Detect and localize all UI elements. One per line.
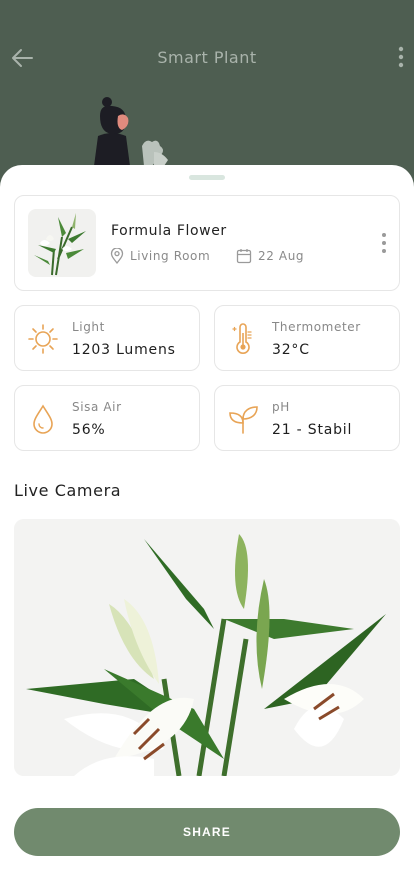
stat-value: 56%	[72, 422, 106, 438]
plant-info-card[interactable]: Formula Flower Living Room 22 Aug	[14, 195, 400, 291]
lily-photo	[14, 519, 400, 776]
live-camera-title: Live Camera	[14, 481, 122, 500]
stat-label: pH	[272, 400, 290, 414]
stat-card-light[interactable]: Light 1203 Lumens	[14, 305, 200, 371]
drag-handle[interactable]	[189, 175, 225, 180]
sun-icon	[28, 324, 58, 354]
plant-name: Formula Flower	[111, 223, 227, 239]
stat-card-thermometer[interactable]: Thermometer 32°C	[214, 305, 400, 371]
bottom-sheet: Formula Flower Living Room 22 Aug Light …	[0, 165, 414, 896]
live-camera-feed[interactable]	[14, 519, 400, 776]
stat-label: Light	[72, 320, 105, 334]
stat-value: 32°C	[272, 342, 310, 358]
thermometer-icon	[232, 323, 252, 354]
gardener-illustration	[94, 97, 168, 166]
plant-thumbnail	[28, 209, 96, 277]
stat-card-water[interactable]: Sisa Air 56%	[14, 385, 200, 451]
stat-card-ph[interactable]: pH 21 - Stabil	[214, 385, 400, 451]
plant-location: Living Room	[110, 248, 210, 264]
sprout-icon	[229, 406, 258, 434]
map-pin-icon	[110, 248, 124, 264]
page-title: Smart Plant	[157, 48, 257, 67]
stat-value: 21 - Stabil	[272, 422, 353, 438]
location-label: Living Room	[130, 249, 211, 263]
share-button[interactable]: SHARE	[14, 808, 400, 856]
date-label: 22 Aug	[258, 249, 305, 263]
plant-date: 22 Aug	[236, 248, 304, 264]
stat-label: Thermometer	[272, 320, 361, 334]
water-drop-icon	[33, 404, 53, 434]
more-vertical-icon[interactable]	[398, 46, 404, 68]
more-vertical-icon[interactable]	[381, 232, 387, 254]
stat-label: Sisa Air	[72, 400, 122, 414]
calendar-icon	[236, 249, 252, 264]
stat-value: 1203 Lumens	[72, 342, 176, 358]
